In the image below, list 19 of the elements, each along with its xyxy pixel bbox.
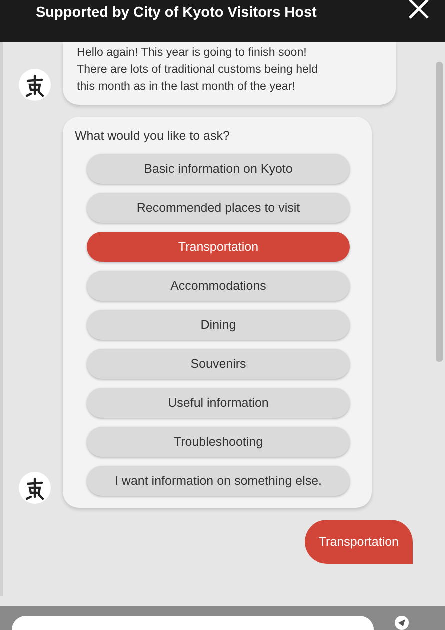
avatar-icon <box>19 472 51 504</box>
close-icon[interactable] <box>407 0 431 20</box>
option-button[interactable]: Recommended places to visit <box>87 193 350 223</box>
header-title: Supported by City of Kyoto Visitors Host <box>36 5 317 21</box>
option-button[interactable]: I want information on something else. <box>87 466 350 496</box>
option-button[interactable]: Dining <box>87 310 350 340</box>
avatar-icon <box>19 69 51 101</box>
user-message-bubble: Transportation <box>304 520 413 564</box>
option-button[interactable]: Accommodations <box>87 271 350 301</box>
message-text: There are lots of traditional customs being held <box>77 62 320 78</box>
message-text: What would you like to ask? <box>75 129 231 143</box>
option-button[interactable]: Troubleshooting <box>87 427 350 457</box>
message-text: Hello again! This year is going to finish soon! <box>77 45 308 61</box>
option-button[interactable]: Souvenirs <box>87 349 350 379</box>
option-button[interactable]: Basic information on Kyoto <box>87 154 350 184</box>
message-text: this month as in the last month of the year! <box>77 79 296 95</box>
option-button[interactable]: Transportation <box>87 232 350 262</box>
scrollbar[interactable] <box>436 62 443 362</box>
option-button[interactable]: Useful information <box>87 388 350 418</box>
